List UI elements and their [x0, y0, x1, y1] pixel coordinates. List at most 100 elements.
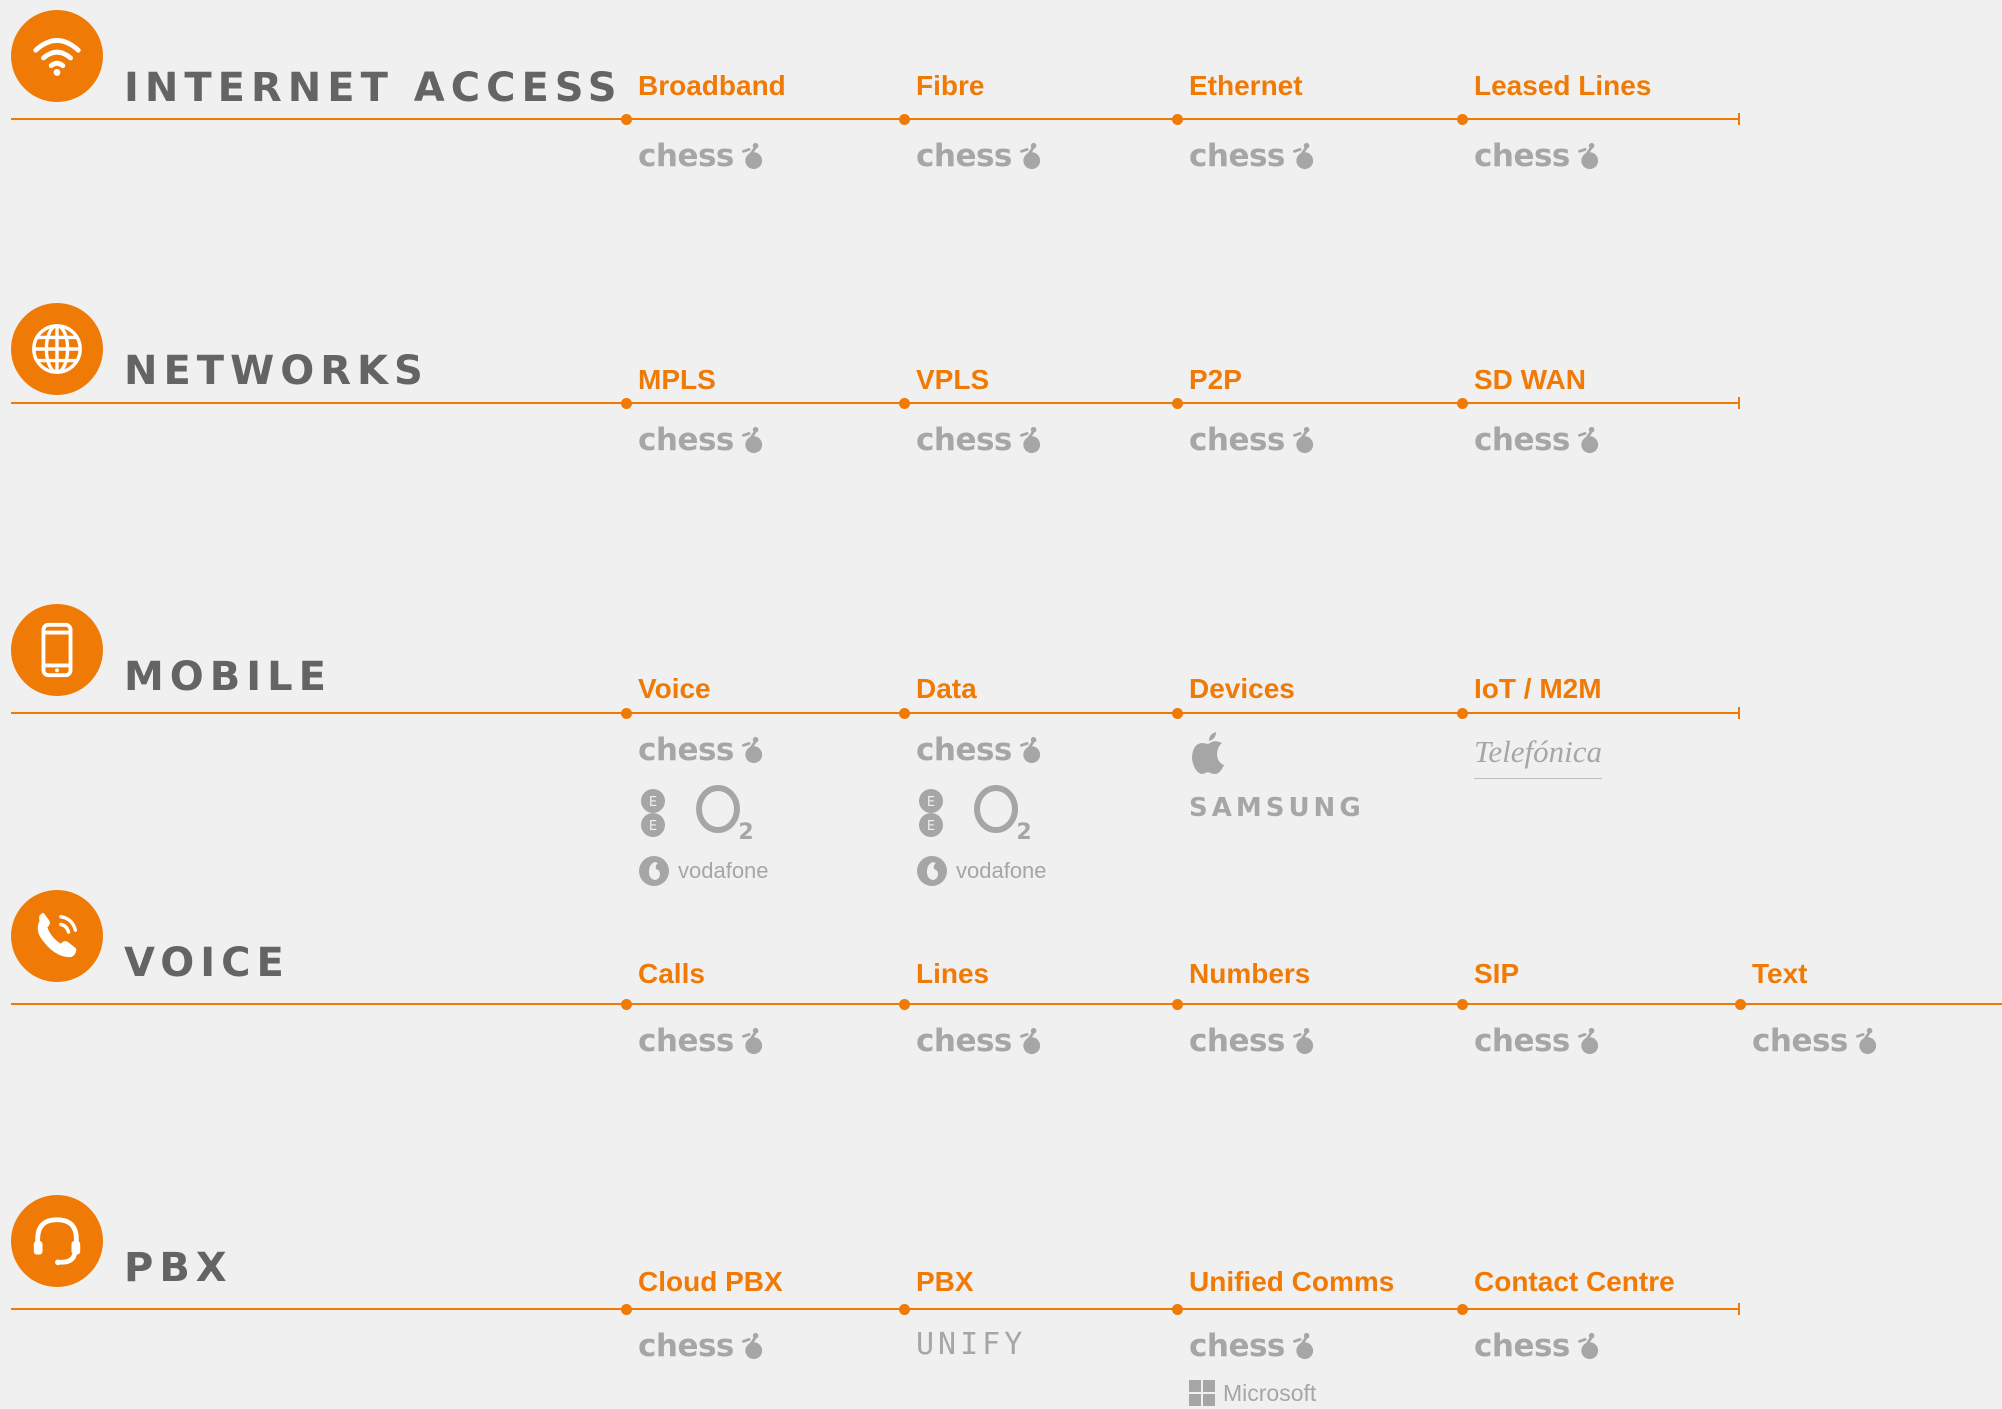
timeline-line	[11, 1003, 2002, 1005]
service-label: VPLS	[916, 364, 990, 395]
vodafone-logo: vodafone	[638, 854, 769, 888]
provider-logos: chess Microsoft	[1189, 1324, 1316, 1408]
section-title: VOICE	[124, 940, 290, 986]
provider-logos: chess	[1189, 134, 1315, 178]
headset-icon	[11, 1195, 103, 1287]
chess-logo-wordmark: chess	[1474, 422, 1570, 458]
chess-logo: chess	[916, 728, 1047, 772]
service-label: SD WAN	[1474, 364, 1586, 395]
chess-pawn-icon	[1577, 426, 1599, 454]
service-label: Text	[1752, 958, 1808, 989]
chess-pawn-icon	[741, 142, 763, 170]
chess-pawn-icon	[1019, 1027, 1041, 1055]
chess-logo: chess	[1189, 1324, 1316, 1368]
service-label: SIP	[1474, 958, 1520, 989]
provider-logos: chess	[1474, 418, 1600, 462]
service-label: Cloud PBX	[638, 1266, 783, 1297]
service-label: Unified Comms	[1189, 1266, 1395, 1297]
chess-logo: chess	[1189, 134, 1315, 178]
service-label: Ethernet	[1189, 70, 1303, 101]
microsoft-logo: Microsoft	[1189, 1378, 1316, 1408]
timeline-dot	[621, 1304, 632, 1315]
chess-logo-wordmark: chess	[638, 732, 734, 768]
provider-logos: chess	[1189, 418, 1315, 462]
apple-icon	[1192, 732, 1224, 774]
svg-text:E: E	[649, 819, 657, 834]
vodafone-speechmark-icon	[639, 856, 669, 886]
timeline-dot	[899, 999, 910, 1010]
svg-text:E: E	[927, 819, 935, 834]
timeline-end-tick	[1738, 397, 1740, 409]
chess-logo-wordmark: chess	[1474, 138, 1570, 174]
chess-pawn-icon	[741, 426, 763, 454]
svg-text:E: E	[649, 795, 657, 810]
chess-logo-wordmark: chess	[638, 1023, 734, 1059]
section-title: PBX	[124, 1245, 233, 1291]
timeline-dot	[621, 999, 632, 1010]
provider-logos: chess	[638, 1019, 764, 1063]
samsung-logo: SAMSUNG	[1189, 793, 1365, 823]
microsoft-squares-icon	[1189, 1380, 1215, 1406]
wifi-icon	[11, 10, 103, 102]
timeline-dot	[899, 398, 910, 409]
chess-pawn-icon	[1019, 142, 1041, 170]
chess-logo: chess	[638, 728, 769, 772]
chess-logo-wordmark: chess	[1474, 1023, 1570, 1059]
chess-logo-wordmark: chess	[1189, 1328, 1285, 1364]
provider-logos: chess	[1474, 1019, 1600, 1063]
service-label: P2P	[1189, 364, 1242, 395]
chess-pawn-icon	[1292, 426, 1314, 454]
section-voice: VOICE Calls chess Lines chess Numbers chess SIP…	[0, 890, 2002, 1059]
chess-logo: chess	[1474, 1019, 1600, 1063]
timeline-end-tick	[1738, 707, 1740, 719]
timeline-end-tick	[1738, 113, 1740, 125]
timeline-dot	[1172, 1304, 1183, 1315]
timeline-dot	[1457, 1304, 1468, 1315]
chess-logo: chess	[1189, 1019, 1315, 1063]
timeline-dot	[899, 708, 910, 719]
svg-text:2: 2	[1016, 820, 1031, 843]
timeline-dot	[1457, 999, 1468, 1010]
chess-logo: chess	[638, 418, 764, 462]
smartphone-icon	[11, 604, 103, 696]
service-label: Data	[916, 673, 977, 704]
chess-pawn-icon	[1292, 1027, 1314, 1055]
chess-logo-wordmark: chess	[638, 138, 734, 174]
chess-pawn-icon	[1855, 1027, 1877, 1055]
timeline-dot	[621, 708, 632, 719]
timeline-line	[11, 712, 1740, 714]
chess-logo: chess	[1474, 1324, 1600, 1368]
provider-logos: chess	[1474, 1324, 1600, 1368]
chess-pawn-icon	[1577, 1332, 1599, 1360]
timeline-dot	[1172, 999, 1183, 1010]
chess-pawn-icon	[1577, 1027, 1599, 1055]
telefonica-logo: Telefónica	[1474, 728, 1603, 779]
service-label: Lines	[916, 958, 990, 989]
service-label: IoT / M2M	[1474, 673, 1602, 704]
service-label: Leased Lines	[1474, 70, 1652, 101]
chess-logo-wordmark: chess	[1474, 1328, 1570, 1364]
vodafone-logo: vodafone	[916, 854, 1047, 888]
provider-logos: chess	[1189, 1019, 1315, 1063]
ee-o2-logos: EE 2	[638, 782, 769, 844]
chess-pawn-icon	[741, 1027, 763, 1055]
service-label: PBX	[916, 1266, 974, 1297]
service-label: MPLS	[638, 364, 716, 395]
chess-logo: chess	[638, 134, 764, 178]
chess-logo-wordmark: chess	[1189, 422, 1285, 458]
timeline-dot	[621, 114, 632, 125]
provider-logos: UNIFY	[916, 1324, 1026, 1364]
chess-logo-wordmark: chess	[916, 1023, 1012, 1059]
chess-logo-wordmark: chess	[1189, 1023, 1285, 1059]
provider-logos: chess	[638, 1324, 764, 1368]
timeline-end-tick	[1738, 1303, 1740, 1315]
ee-o2-logos: EE 2	[916, 782, 1047, 844]
microsoft-wordmark: Microsoft	[1223, 1379, 1317, 1406]
timeline-dot	[1457, 398, 1468, 409]
chess-pawn-icon	[741, 736, 763, 764]
chess-logo-wordmark: chess	[916, 422, 1012, 458]
timeline-dot	[1172, 708, 1183, 719]
provider-logos: chess	[638, 134, 764, 178]
timeline-dot	[1735, 999, 1746, 1010]
vodafone-wordmark: vodafone	[678, 858, 769, 883]
